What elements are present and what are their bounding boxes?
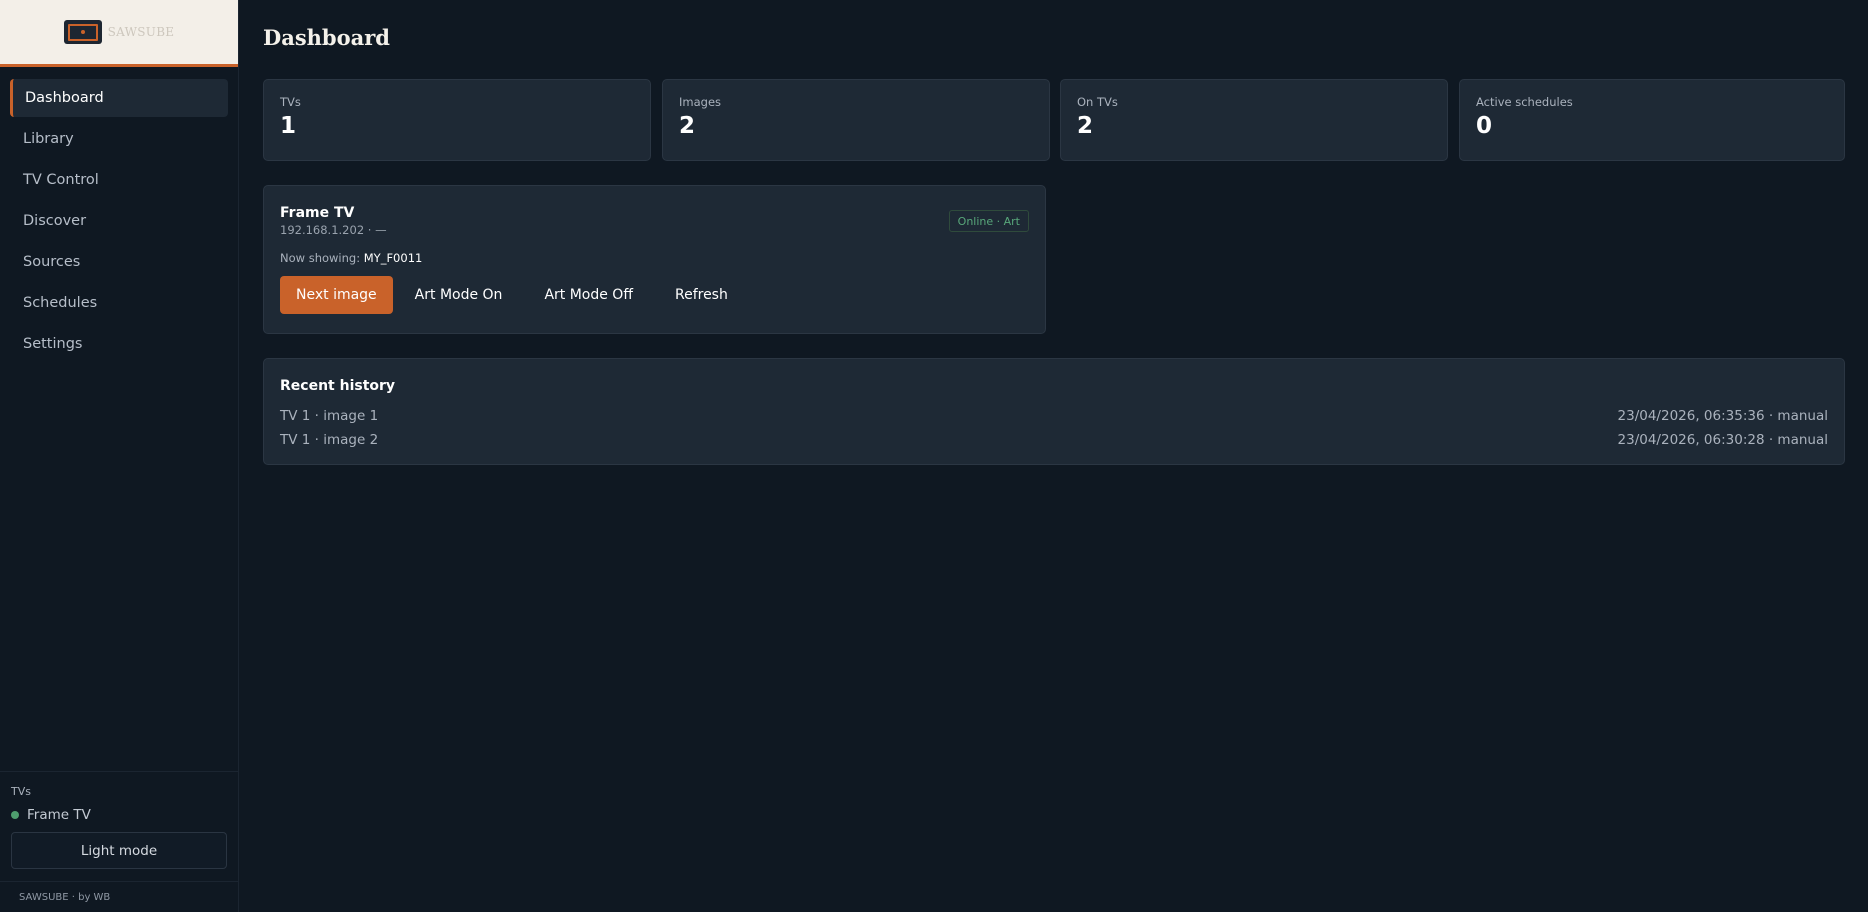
status-dot-icon: [11, 811, 19, 819]
recent-history: Recent history TV 1 · image 1 23/04/2026…: [263, 358, 1845, 465]
logo[interactable]: SAWSUBE: [0, 0, 238, 67]
sidebar: SAWSUBE Dashboard Library TV Control Dis…: [0, 0, 239, 912]
status-badge: Online · Art: [948, 210, 1029, 232]
stat-value: 0: [1476, 113, 1493, 139]
tv-name: Frame TV: [280, 205, 355, 221]
history-item: TV 1 · image 1: [280, 408, 379, 424]
sidebar-tv-name: Frame TV: [27, 807, 91, 823]
stat-label: Images: [679, 95, 722, 109]
stats-row: TVs 1 Images 2 On TVs 2 Active schedules…: [263, 79, 1845, 161]
history-timestamp: 23/04/2026, 06:35:36 · manual: [1617, 408, 1828, 424]
tv-ip-address: 192.168.1.202 · —: [280, 223, 387, 237]
stat-label: On TVs: [1077, 95, 1118, 109]
light-mode-button[interactable]: Light mode: [11, 832, 227, 869]
art-mode-off-button[interactable]: Art Mode Off: [532, 276, 645, 314]
art-mode-on-button[interactable]: Art Mode On: [403, 276, 515, 314]
stat-value: 2: [679, 113, 696, 139]
history-row: TV 1 · image 2 23/04/2026, 06:30:28 · ma…: [280, 428, 1828, 452]
history-item: TV 1 · image 2: [280, 432, 379, 448]
frame-tv-logo-icon: [63, 20, 102, 44]
stat-value: 2: [1077, 113, 1094, 139]
logo-text: SAWSUBE: [107, 25, 175, 39]
stat-value: 1: [280, 113, 297, 139]
history-title: Recent history: [280, 378, 396, 394]
sidebar-item-sources[interactable]: Sources: [10, 243, 228, 281]
refresh-button[interactable]: Refresh: [663, 276, 740, 314]
tvs-section-title: TVs: [11, 785, 31, 798]
sidebar-footer: SAWSUBE · by WB: [0, 881, 239, 912]
tvs-section: TVs Frame TV Light mode: [0, 771, 239, 881]
sidebar-item-settings[interactable]: Settings: [10, 325, 228, 363]
sidebar-nav: Dashboard Library TV Control Discover So…: [0, 79, 238, 363]
sidebar-bottom: TVs Frame TV Light mode SAWSUBE · by WB: [0, 771, 239, 912]
now-showing: Now showing: MY_F0011: [280, 251, 1029, 265]
stat-card-active-schedules: Active schedules 0: [1459, 79, 1845, 161]
main-content: Dashboard TVs 1 Images 2 On TVs 2 Active…: [263, 0, 1845, 465]
sidebar-item-dashboard[interactable]: Dashboard: [10, 79, 228, 117]
sidebar-item-library[interactable]: Library: [10, 120, 228, 158]
sidebar-item-tv-control[interactable]: TV Control: [10, 161, 228, 199]
sidebar-tv-frame-tv[interactable]: Frame TV: [11, 807, 228, 823]
history-row: TV 1 · image 1 23/04/2026, 06:35:36 · ma…: [280, 404, 1828, 428]
stat-label: Active schedules: [1476, 95, 1573, 109]
stat-label: TVs: [280, 95, 301, 109]
stat-card-tvs: TVs 1: [263, 79, 651, 161]
sidebar-item-schedules[interactable]: Schedules: [10, 284, 228, 322]
sidebar-item-discover[interactable]: Discover: [10, 202, 228, 240]
now-showing-value: MY_F0011: [363, 251, 423, 265]
tv-card-frame-tv: Frame TV 192.168.1.202 · — Online · Art …: [263, 185, 1046, 334]
next-image-button[interactable]: Next image: [280, 276, 393, 314]
stat-card-images: Images 2: [662, 79, 1050, 161]
history-timestamp: 23/04/2026, 06:30:28 · manual: [1617, 432, 1828, 448]
page-title: Dashboard: [263, 25, 390, 50]
now-showing-label: Now showing:: [280, 251, 361, 265]
tv-actions: Next image Art Mode On Art Mode Off Refr…: [280, 276, 1029, 314]
stat-card-on-tvs: On TVs 2: [1060, 79, 1448, 161]
